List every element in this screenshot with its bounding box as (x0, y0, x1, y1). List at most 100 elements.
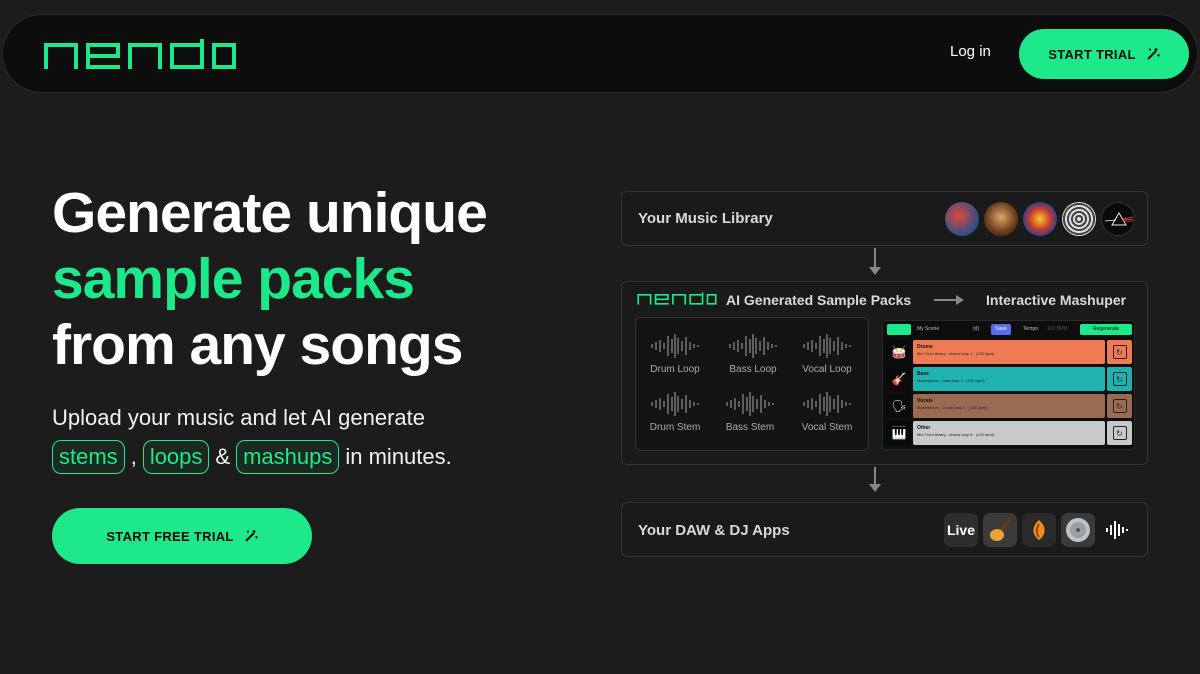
login-link[interactable]: Log in (950, 43, 991, 60)
ableton-live-icon: Live (944, 513, 978, 547)
rekordbox-wave-icon (1100, 513, 1134, 547)
start-free-trial-button[interactable]: START FREE TRIAL (52, 508, 312, 564)
album-cover (1023, 202, 1057, 236)
track-desc: Masterpiece - bass loop 4 · (120 bpm) (917, 378, 985, 383)
ampersand: & (215, 444, 231, 469)
mash-track: 🎹 Other Mix From library - drums loop 8 … (887, 421, 1132, 445)
waveform-icon (651, 334, 699, 358)
sample-label: Bass Stem (725, 422, 775, 433)
sample-label: Vocal Loop (802, 364, 852, 375)
pill-mashups: mashups (236, 440, 340, 474)
flow-arrow-head (869, 267, 881, 275)
sample-item: Drum Stem (638, 390, 712, 433)
track-regenerate-button[interactable]: ↻ (1107, 421, 1132, 445)
top-nav: Log in START TRIAL (2, 14, 1198, 93)
magic-wand-icon (244, 530, 258, 542)
sample-item: Vocal Loop (790, 332, 864, 375)
refresh-icon: ↻ (1112, 372, 1127, 386)
bpm-value: 120 BPM (1047, 326, 1068, 332)
track-body[interactable]: Drums Mix From library - drums loop 1 · … (913, 340, 1105, 364)
save-button[interactable]: Save (991, 324, 1011, 335)
mash-track: 🥁 Drums Mix From library - drums loop 1 … (887, 340, 1132, 364)
track-regenerate-button[interactable]: ↻ (1107, 394, 1132, 418)
fl-studio-icon (1022, 513, 1056, 547)
flow-arrow (874, 467, 876, 485)
pill-loops: loops (142, 440, 210, 474)
subtitle-tail: in minutes. (345, 444, 452, 469)
sample-pack-title: AI Generated Sample Packs (726, 292, 912, 308)
garageband-icon (983, 513, 1017, 547)
track-body[interactable]: Other Mix From library - drums loop 8 · … (913, 421, 1105, 445)
track-name: Other (917, 425, 931, 431)
sample-item: Bass Loop (716, 332, 790, 375)
mashuper-title: Interactive Mashuper (986, 292, 1127, 308)
refresh-icon: ↻ (1112, 426, 1127, 440)
track-body[interactable]: Vocals Masterpiece - vocals loop 1 · (12… (913, 394, 1105, 418)
guitar-icon: 🎸 (887, 367, 911, 391)
track-name: Bass (917, 371, 929, 377)
album-cover (1101, 202, 1135, 236)
daw-apps-title: Your DAW & DJ Apps (638, 522, 790, 539)
regenerate-button[interactable]: Regenerate (1080, 324, 1132, 335)
play-button[interactable] (887, 324, 911, 335)
serato-disc-icon (1061, 513, 1095, 547)
sample-label: Drum Stem (649, 422, 701, 433)
daw-apps-card: Your DAW & DJ Apps Live (621, 502, 1148, 557)
waveform-icon (803, 334, 851, 358)
start-trial-button[interactable]: START TRIAL (1019, 29, 1189, 79)
waveform-icon (726, 392, 774, 416)
samples-panel: Drum Loop Bass Loop Vocal Loop Drum Stem… (635, 317, 869, 451)
nendo-logo-small (637, 292, 717, 310)
music-library-card: Your Music Library (621, 191, 1148, 246)
music-library-title: Your Music Library (638, 210, 773, 227)
track-desc: Mix From library - drums loop 8 · (120 b… (917, 432, 995, 437)
flow-arrow-head (869, 484, 881, 492)
track-name: Vocals (917, 398, 933, 404)
nendo-logo[interactable] (43, 39, 237, 74)
refresh-icon: ↻ (1112, 399, 1127, 413)
piano-icon: 🎹 (887, 421, 911, 445)
track-name: Drums (917, 344, 933, 350)
album-covers (945, 202, 1135, 236)
arrow-right-icon (934, 292, 966, 313)
mash-track: 🗣 Vocals Masterpiece - vocals loop 1 · (… (887, 394, 1132, 418)
pill-stems: stems (52, 440, 125, 474)
prism-icon (1104, 212, 1134, 226)
waveform-icon (651, 392, 699, 416)
album-cover (1062, 202, 1096, 236)
track-regenerate-button[interactable]: ↻ (1107, 367, 1132, 391)
nendo-logo-icon (637, 292, 717, 305)
hero-headline: Generate unique sample packs from any so… (52, 180, 488, 378)
headline-line-2: sample packs (52, 247, 415, 311)
sample-pack-card: AI Generated Sample Packs Interactive Ma… (621, 281, 1148, 465)
sample-label: Bass Loop (729, 364, 777, 375)
tempo-label: Tempo (1023, 326, 1039, 332)
track-body[interactable]: Bass Masterpiece - bass loop 4 · (120 bp… (913, 367, 1105, 391)
mashuper-toolbar: My Scene (d) Save Tempo 120 BPM Regenera… (887, 324, 1132, 336)
track-desc: Mix From library - drums loop 1 · (120 b… (917, 351, 995, 356)
bars-select[interactable]: (d) (973, 326, 979, 332)
comma: , (130, 444, 137, 469)
flow-arrow (874, 248, 876, 268)
drum-icon: 🥁 (887, 340, 911, 364)
mashuper-preview: My Scene (d) Save Tempo 120 BPM Regenera… (882, 320, 1135, 450)
vocals-icon: 🗣 (887, 394, 911, 418)
cta-label: START FREE TRIAL (106, 528, 234, 544)
sample-item: Vocal Stem (790, 390, 864, 433)
track-desc: Masterpiece - vocals loop 1 · (120 bpm) (917, 405, 988, 410)
album-cover (984, 202, 1018, 236)
album-cover (945, 202, 979, 236)
hero-subtitle-features: stems , loops & mashups in minutes. (52, 440, 452, 474)
magic-wand-icon (1147, 48, 1160, 60)
sample-item: Drum Loop (638, 332, 712, 375)
start-trial-label: START TRIAL (1048, 46, 1136, 62)
hero-subtitle: Upload your music and let AI generate (52, 405, 426, 430)
nendo-logo-icon (44, 39, 236, 69)
refresh-icon: ↻ (1112, 345, 1127, 359)
headline-line-1: Generate unique (52, 181, 488, 245)
scene-name: My Scene (917, 326, 940, 332)
sample-item: Bass Stem (713, 390, 787, 433)
track-regenerate-button[interactable]: ↻ (1107, 340, 1132, 364)
sample-label: Drum Loop (650, 364, 700, 375)
headline-line-3: from any songs (52, 313, 463, 377)
